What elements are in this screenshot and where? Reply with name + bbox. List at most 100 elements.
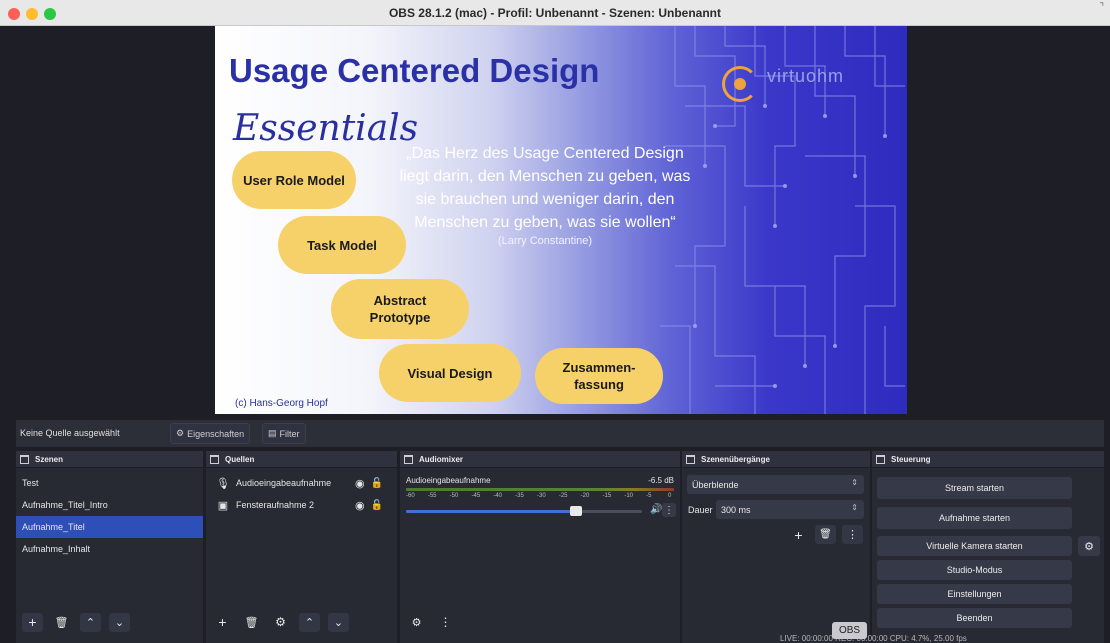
logo-dot-icon (734, 78, 746, 90)
gear-icon[interactable]: ⚙ (270, 613, 291, 632)
dock-window-icon (686, 454, 695, 464)
dock-window-icon (20, 454, 29, 464)
chevron-updown-icon: ⇕ (851, 478, 858, 487)
mixer-channel-name: Audioeingabeaufnahme (406, 476, 491, 485)
move-up-button[interactable]: ⌃ (80, 612, 101, 632)
resize-corner-icon: ⌝ (1099, 2, 1104, 13)
source-item-window[interactable]: ▣ Fensteraufnahme 2 ◉ 🔓 (206, 494, 397, 516)
transition-value: Überblende (692, 479, 739, 490)
scenes-title: Szenen (35, 454, 64, 464)
scene-item-aufnahme-titel-intro[interactable]: Aufnahme_Titel_Intro (16, 494, 203, 516)
lock-icon[interactable]: 🔓 (371, 478, 383, 489)
speaker-icon[interactable]: 🔊 (650, 504, 662, 515)
move-up-button[interactable]: ⌃ (299, 612, 320, 632)
sources-dock: Quellen 🎙 Audioeingabeaufnahme ◉ 🔓 ▣ Fen… (206, 451, 397, 643)
properties-button[interactable]: ⚙ Eigenschaften (170, 423, 251, 444)
exit-button[interactable]: Beenden (877, 608, 1072, 628)
gear-icon: ⚙ (176, 428, 185, 438)
quote-text: „Das Herz des Usage Centered Design lieg… (399, 145, 691, 231)
slide-subtitle: Essentials (233, 108, 419, 149)
properties-label: Eigenschaften (187, 428, 245, 439)
transitions-dock: Szenenübergänge Überblende ⇕ Dauer 300 m… (682, 451, 870, 643)
studio-mode-button[interactable]: Studio-Modus (877, 560, 1072, 580)
eye-icon[interactable]: ◉ (355, 477, 365, 490)
trash-icon[interactable]: 🗑 (51, 613, 72, 632)
preview-canvas[interactable]: Usage Centered Design Essentials virtuoh… (0, 26, 1110, 414)
meter-tick-label: 0 (668, 493, 672, 499)
add-transition-button[interactable]: + (788, 525, 809, 544)
controls-title: Steuerung (891, 454, 931, 464)
meter-tick-label: -5 (646, 493, 652, 499)
microphone-icon: 🎙 (216, 477, 230, 490)
eye-icon[interactable]: ◉ (355, 499, 365, 512)
pill-visual-design: Visual Design (379, 344, 521, 402)
source-item-audio[interactable]: 🎙 Audioeingabeaufnahme ◉ 🔓 (206, 472, 397, 494)
duration-label: Dauer (688, 505, 713, 515)
scene-item-aufnahme-inhalt[interactable]: Aufnahme_Inhalt (16, 538, 203, 560)
duration-input[interactable]: 300 ms ⇕ (716, 500, 864, 519)
scene-item-aufnahme-titel[interactable]: Aufnahme_Titel (16, 516, 203, 538)
trash-icon[interactable]: 🗑 (241, 613, 262, 632)
pill-abstract-prototype: Abstract Prototype (331, 279, 469, 339)
scenes-dock: Szenen Test Aufnahme_Titel_Intro Aufnahm… (16, 451, 203, 643)
trash-icon[interactable]: 🗑 (815, 525, 836, 544)
audiomixer-title: Audiomixer (419, 454, 464, 464)
move-down-button[interactable]: ⌄ (328, 612, 349, 632)
pill-user-role-model: User Role Model (232, 151, 356, 209)
filter-button[interactable]: ▤ Filter (262, 423, 306, 444)
advanced-audio-gear-icon[interactable]: ⚙ (406, 613, 427, 632)
meter-tick-label: -35 (515, 493, 524, 499)
meter-scale: -60 -55 -50 -45 -40 -35 -30 -25 -20 -15 -10 -5 0 (406, 493, 674, 502)
audiomixer-header: Audiomixer (400, 451, 680, 468)
volume-slider-fill (406, 510, 576, 513)
logo-text: virtuohm (767, 66, 845, 86)
meter-tick-label: -25 (558, 493, 568, 499)
controls-dock: Steuerung Stream starten Aufnahme starte… (872, 451, 1104, 643)
transitions-header: Szenenübergänge (682, 451, 870, 468)
meter-tick-label: -45 (471, 493, 481, 499)
gear-icon[interactable]: ⚙ (1078, 536, 1100, 556)
mixer-footer: ⚙ ⋮ (400, 611, 680, 633)
transition-buttons: + 🗑 ⋮ (788, 525, 863, 544)
record-start-button[interactable]: Aufnahme starten (877, 507, 1072, 529)
pill-zusammenfassung: Zusammen-fassung (535, 348, 663, 404)
volume-slider[interactable] (406, 506, 642, 516)
scene-item-test[interactable]: Test (16, 472, 203, 494)
filter-label: Filter (279, 428, 300, 439)
window-title: OBS 28.1.2 (mac) - Profil: Unbenannt - S… (388, 6, 722, 20)
filter-icon: ▤ (268, 428, 277, 438)
add-source-button[interactable]: + (212, 613, 233, 632)
meter-tick-label: -30 (537, 493, 546, 499)
transition-select[interactable]: Überblende ⇕ (687, 475, 864, 494)
duration-value: 300 ms (721, 504, 751, 515)
meter-tick-label: -55 (427, 493, 437, 499)
meter-tick-label: -20 (580, 493, 590, 499)
window-icon: ▣ (217, 499, 229, 512)
dock-window-icon (210, 454, 219, 464)
volume-meter (406, 488, 674, 491)
add-scene-button[interactable]: + (22, 612, 43, 632)
mixer-menu-button[interactable]: ⋮ (662, 503, 676, 517)
slide-quote: „Das Herz des Usage Centered Design lieg… (395, 142, 695, 248)
volume-slider-knob[interactable] (569, 506, 582, 516)
lock-icon[interactable]: 🔓 (371, 500, 383, 511)
transitions-title: Szenenübergänge (701, 454, 770, 464)
no-source-label: Keine Quelle ausgewählt (20, 428, 120, 438)
slide-copyright: (c) Hans-Georg Hopf (235, 398, 328, 409)
transition-more-button[interactable]: ⋮ (842, 525, 863, 544)
meter-tick-label: -40 (493, 493, 502, 499)
settings-button[interactable]: Einstellungen (877, 584, 1072, 604)
meter-tick-label: -15 (602, 493, 612, 499)
virtual-camera-button[interactable]: Virtuelle Kamera starten (877, 536, 1072, 556)
meter-tick-label: -60 (406, 493, 415, 499)
controls-header: Steuerung (872, 451, 1104, 468)
stream-start-button[interactable]: Stream starten (877, 477, 1072, 499)
status-line: LIVE: 00:00:00 REC: 00:00:00 CPU: 4.7%, … (780, 634, 967, 643)
audiomixer-dock: Audiomixer Audioeingabeaufnahme -6.5 dB … (400, 451, 680, 643)
stepper-icon[interactable]: ⇕ (851, 503, 858, 512)
mixer-more-button[interactable]: ⋮ (435, 613, 456, 632)
meter-tick-label: -50 (449, 493, 459, 499)
dock-window-icon (404, 454, 413, 464)
move-down-button[interactable]: ⌄ (109, 612, 130, 632)
dock-window-icon (876, 454, 885, 464)
